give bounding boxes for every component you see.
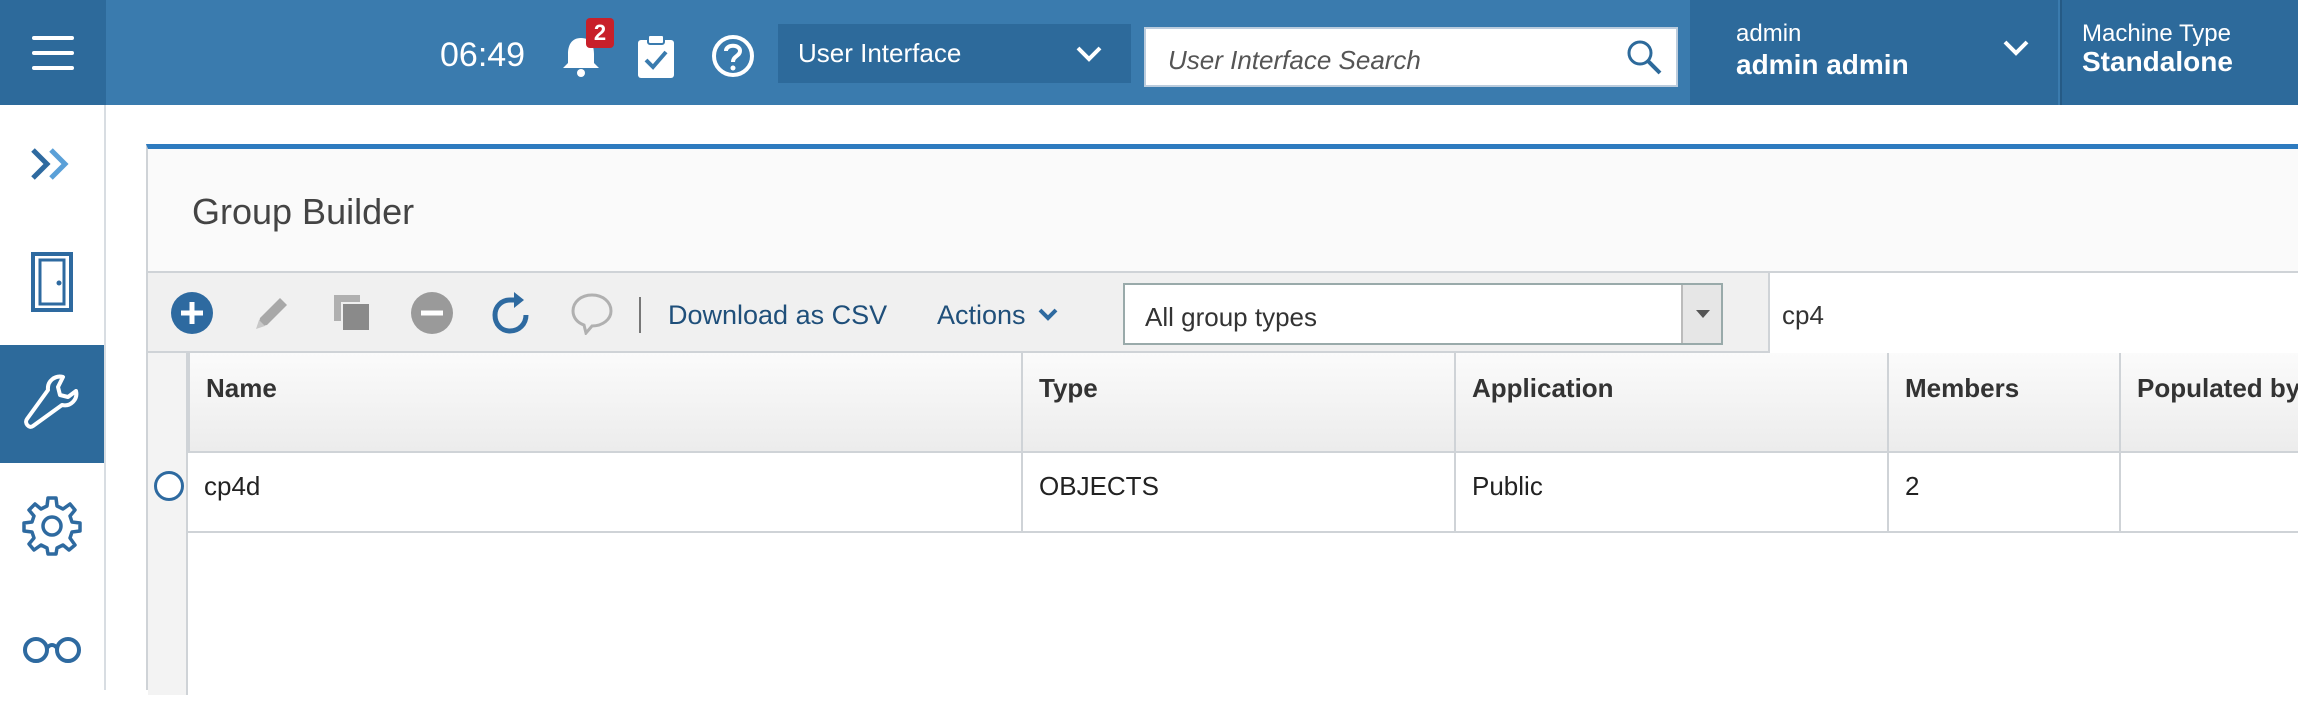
cell-application: Public <box>1454 453 1887 533</box>
refresh-icon[interactable] <box>490 291 534 335</box>
menu-line <box>32 65 74 70</box>
column-header-populated-by[interactable]: Populated by <box>2119 353 2298 453</box>
column-header-name[interactable]: Name <box>188 353 1021 453</box>
chevron-down-icon <box>1076 46 1102 62</box>
sidebar-expand-button[interactable] <box>0 105 104 223</box>
actions-label: Actions <box>937 300 1026 330</box>
door-icon <box>31 252 73 312</box>
grid-toolbar: Download as CSV Actions All group types … <box>148 271 2298 355</box>
edit-pencil-icon[interactable] <box>250 291 294 335</box>
chevron-down-icon <box>2003 40 2029 56</box>
sidebar-item-exit[interactable] <box>0 223 104 341</box>
copy-icon[interactable] <box>330 291 374 335</box>
groups-table: Name Type Application Members Populated … <box>148 353 2298 695</box>
cell-name: cp4d <box>204 471 261 501</box>
clock-time: 06:49 <box>440 36 526 74</box>
chevron-down-icon <box>1038 308 1058 321</box>
user-role: admin <box>1736 20 1802 47</box>
help-question-icon[interactable] <box>711 34 755 78</box>
comment-bubble-icon[interactable] <box>570 291 614 335</box>
row-selector-column <box>148 353 188 695</box>
column-header-type[interactable]: Type <box>1021 353 1454 453</box>
menu-line <box>32 35 74 40</box>
table-header-row: Name Type Application Members Populated … <box>148 353 2298 453</box>
remove-icon[interactable] <box>410 291 454 335</box>
group-type-filter-value: All group types <box>1145 302 1317 332</box>
column-header-application[interactable]: Application <box>1454 353 1887 453</box>
clipboard-check-icon[interactable] <box>636 34 676 80</box>
sidebar-item-view[interactable] <box>0 589 104 707</box>
scope-select-dropdown[interactable]: User Interface <box>778 24 1131 83</box>
sidebar-item-settings[interactable] <box>0 467 104 585</box>
cell-members: 2 <box>1887 453 2119 533</box>
machine-type-info: Machine Type Standalone <box>2060 0 2298 105</box>
table-row[interactable]: cp4d OBJECTS Public 2 <box>188 453 2298 533</box>
group-builder-panel: Group Builder Download as CSV Actions Al… <box>146 144 2298 695</box>
glasses-icon <box>23 637 81 663</box>
grid-search-input[interactable]: cp4 <box>1768 273 2298 355</box>
column-header-members[interactable]: Members <box>1887 353 2119 453</box>
notification-count-badge: 2 <box>586 18 614 48</box>
group-type-filter-select[interactable]: All group types <box>1123 283 1723 345</box>
toolbar-divider <box>639 297 641 333</box>
grid-search-value: cp4 <box>1782 300 1824 330</box>
row-select-radio[interactable] <box>154 471 184 501</box>
download-csv-link[interactable]: Download as CSV <box>668 300 887 331</box>
menu-line <box>32 50 74 55</box>
gear-icon <box>22 496 82 556</box>
machine-type-value: Standalone <box>2082 46 2233 77</box>
user-menu[interactable]: admin admin admin <box>1690 0 2058 105</box>
actions-menu-button[interactable]: Actions <box>937 300 1058 331</box>
search-icon[interactable] <box>1624 37 1664 77</box>
page-title: Group Builder <box>192 191 415 232</box>
left-sidebar <box>0 105 106 690</box>
ui-search-input[interactable]: User Interface Search <box>1144 27 1678 87</box>
add-icon[interactable] <box>170 291 214 335</box>
cell-type: OBJECTS <box>1021 453 1454 533</box>
wrench-icon <box>24 374 79 429</box>
cell-populated-by <box>2119 453 2298 533</box>
search-placeholder: User Interface Search <box>1168 45 1421 75</box>
top-header-bar: 06:49 2 User Interface User Interface Se… <box>0 0 2298 105</box>
hamburger-menu-button[interactable] <box>0 0 106 105</box>
expand-chevrons-icon <box>31 148 69 180</box>
scope-select-value: User Interface <box>798 38 962 68</box>
dropdown-arrow-icon[interactable] <box>1681 285 1721 343</box>
user-name: admin admin <box>1736 49 1909 80</box>
sidebar-item-tools[interactable] <box>0 345 104 463</box>
machine-type-label: Machine Type <box>2082 20 2231 47</box>
